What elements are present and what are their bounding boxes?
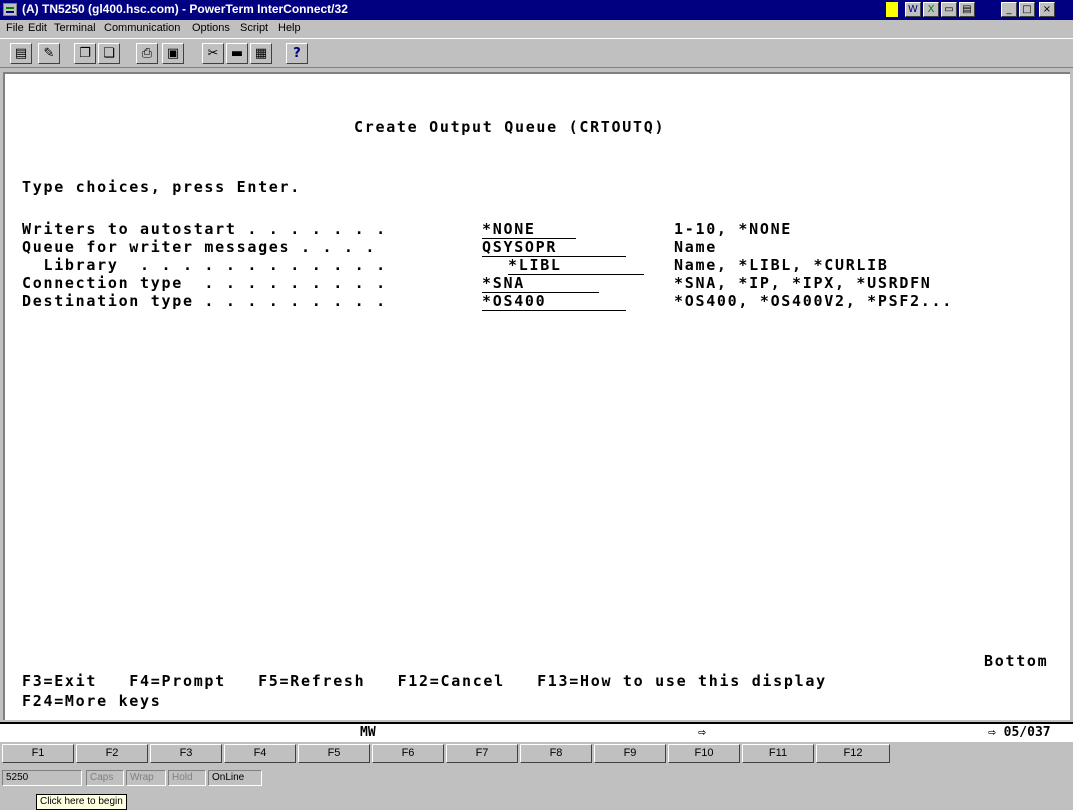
copy-icon[interactable]: ❐ (74, 43, 96, 64)
writers-input[interactable]: *NONE (482, 220, 576, 239)
caps-indicator: Caps (86, 770, 124, 786)
arrow-icon: ⇨ (698, 725, 706, 740)
menu-help[interactable]: Help (278, 22, 301, 34)
menu-communication[interactable]: Communication (104, 22, 180, 34)
screen-instruction: Type choices, press Enter. (22, 178, 301, 196)
function-keys-line-2: F24=More keys (22, 692, 162, 710)
minimize-button[interactable]: _ (1001, 2, 1017, 17)
destination-type-input[interactable]: *OS400 (482, 292, 626, 311)
bottom-indicator: Bottom (984, 652, 1049, 670)
field-help-queue: Name (674, 238, 717, 256)
excel-icon[interactable]: X (923, 2, 939, 17)
queue-input[interactable]: QSYSOPR (482, 238, 626, 257)
field-help-writers: 1-10, *NONE (674, 220, 793, 238)
window-icon[interactable]: ▭ (941, 2, 957, 17)
title-bar: (A) TN5250 (gl400.hsc.com) - PowerTerm I… (0, 0, 1073, 20)
close-button[interactable]: × (1039, 2, 1055, 17)
keyboard-icon[interactable]: ▬ (226, 43, 248, 64)
fkey-f9[interactable]: F9 (594, 744, 666, 763)
fkey-f10[interactable]: F10 (668, 744, 740, 763)
field-label-connection: Connection type . . . . . . . . . (22, 274, 387, 292)
fkey-f1[interactable]: F1 (2, 744, 74, 763)
bottom-status-bar: 5250 Caps Wrap Hold OnLine (0, 766, 1073, 810)
edit-icon[interactable]: ✎ (38, 43, 60, 64)
field-help-destination: *OS400, *OS400V2, *PSF2... (674, 292, 953, 310)
wrap-indicator: Wrap (126, 770, 166, 786)
terminal-screen[interactable]: Create Output Queue (CRTOUTQ) Type choic… (3, 72, 1070, 720)
screen-heading: Create Output Queue (CRTOUTQ) (354, 118, 666, 136)
start-tooltip: Click here to begin (36, 794, 127, 810)
monitor-icon[interactable]: ▣ (162, 43, 184, 64)
fkey-f6[interactable]: F6 (372, 744, 444, 763)
clipboard-icon[interactable]: ▤ (959, 2, 975, 17)
fkey-f12[interactable]: F12 (816, 744, 890, 763)
toolbar: ▤ ✎ ❐ ❏ ⎙ ▣ ✂ ▬ ▦ ? (0, 38, 1073, 68)
print-screen-icon[interactable]: ⎙ (136, 43, 158, 64)
paste-icon[interactable]: ❏ (98, 43, 120, 64)
app-icon[interactable] (3, 3, 17, 16)
settings-icon[interactable]: ✂ (202, 43, 224, 64)
fkey-f2[interactable]: F2 (76, 744, 148, 763)
field-help-connection: *SNA, *IP, *IPX, *USRDFN (674, 274, 932, 292)
menu-bar: File Edit Terminal Communication Options… (0, 20, 1073, 38)
printer-icon[interactable]: ▤ (10, 43, 32, 64)
field-label-queue: Queue for writer messages . . . . (22, 238, 377, 256)
maximize-button[interactable]: □ (1019, 2, 1035, 17)
hold-indicator: Hold (168, 770, 206, 786)
menu-script[interactable]: Script (240, 22, 268, 34)
fkey-f7[interactable]: F7 (446, 744, 518, 763)
status-line: MW ⇨ ⇨ 05/037 (0, 722, 1073, 742)
field-label-library: Library . . . . . . . . . . . . (22, 256, 387, 274)
menu-options[interactable]: Options (192, 22, 230, 34)
grid-icon[interactable]: ▦ (250, 43, 272, 64)
function-keys-line-1: F3=Exit F4=Prompt F5=Refresh F12=Cancel … (22, 672, 827, 690)
menu-terminal[interactable]: Terminal (54, 22, 96, 34)
fkey-f8[interactable]: F8 (520, 744, 592, 763)
library-input[interactable]: *LIBL (508, 256, 644, 275)
word-icon[interactable]: W (905, 2, 921, 17)
menu-edit[interactable]: Edit (28, 22, 47, 34)
field-label-writers: Writers to autostart . . . . . . . (22, 220, 387, 238)
fkey-f4[interactable]: F4 (224, 744, 296, 763)
help-icon[interactable]: ? (286, 43, 308, 64)
fkey-f3[interactable]: F3 (150, 744, 222, 763)
connection-type-input[interactable]: *SNA (482, 274, 599, 293)
menu-file[interactable]: File (6, 22, 24, 34)
mw-indicator: MW (360, 725, 376, 740)
field-label-destination: Destination type . . . . . . . . . (22, 292, 387, 310)
fkey-bar: F1 F2 F3 F4 F5 F6 F7 F8 F9 F10 F11 F12 (0, 743, 1073, 765)
session-type: 5250 (2, 770, 82, 786)
fkey-f5[interactable]: F5 (298, 744, 370, 763)
indicator-icon (886, 2, 898, 17)
field-help-library: Name, *LIBL, *CURLIB (674, 256, 889, 274)
online-indicator: OnLine (208, 770, 262, 786)
window-title: (A) TN5250 (gl400.hsc.com) - PowerTerm I… (22, 2, 348, 16)
fkey-f11[interactable]: F11 (742, 744, 814, 763)
cursor-position: ⇨ 05/037 (988, 725, 1051, 740)
